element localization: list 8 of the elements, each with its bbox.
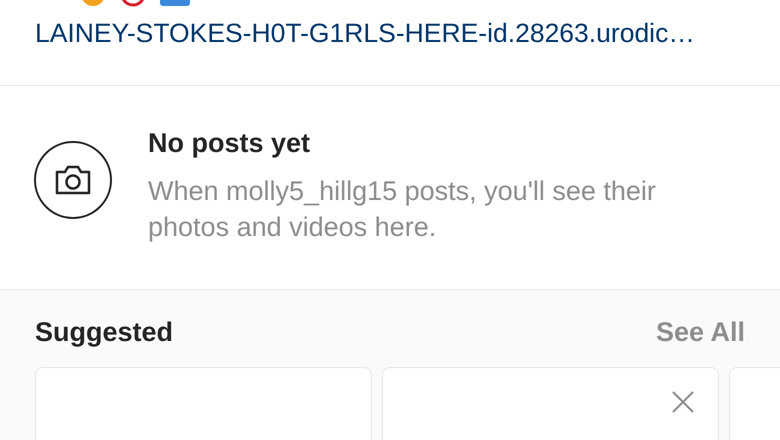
camera-icon — [34, 141, 112, 219]
section-title: Suggested — [35, 316, 174, 349]
suggestion-card[interactable] — [729, 367, 780, 440]
empty-state-title: No posts yet — [148, 127, 312, 160]
empty-state-message: When molly5_hillg15 posts, you'll see their photos and videos here. — [148, 175, 657, 244]
close-icon[interactable] — [671, 390, 695, 414]
suggestion-card[interactable] — [35, 367, 372, 440]
bio-link[interactable]: LAINEY-STOKES-H0T-G1RLS-HERE-id.28263.urodic… — [35, 14, 695, 54]
